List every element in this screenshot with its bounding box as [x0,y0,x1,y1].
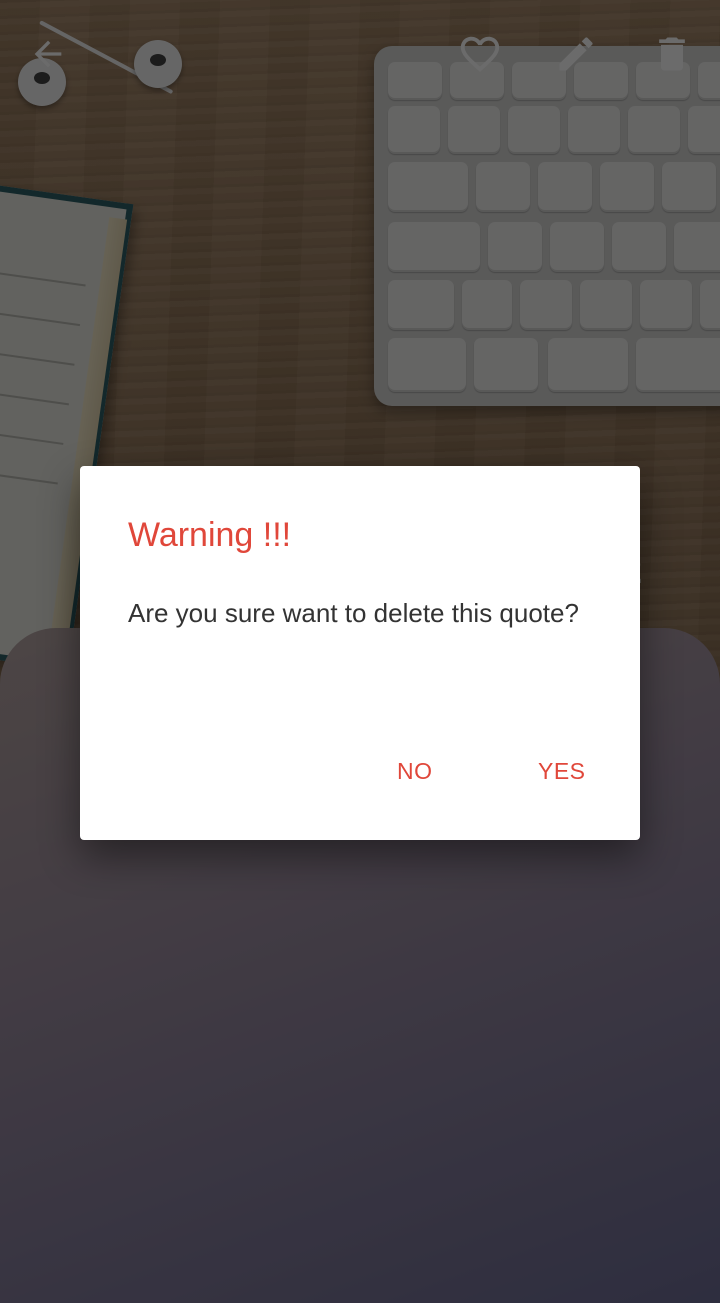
delete-confirmation-dialog: Warning !!! Are you sure want to delete … [80,466,640,840]
no-button[interactable]: NO [397,758,433,785]
dialog-title: Warning !!! [128,516,292,554]
dialog-message: Are you sure want to delete this quote? [128,598,579,628]
yes-button[interactable]: YES [538,758,586,785]
